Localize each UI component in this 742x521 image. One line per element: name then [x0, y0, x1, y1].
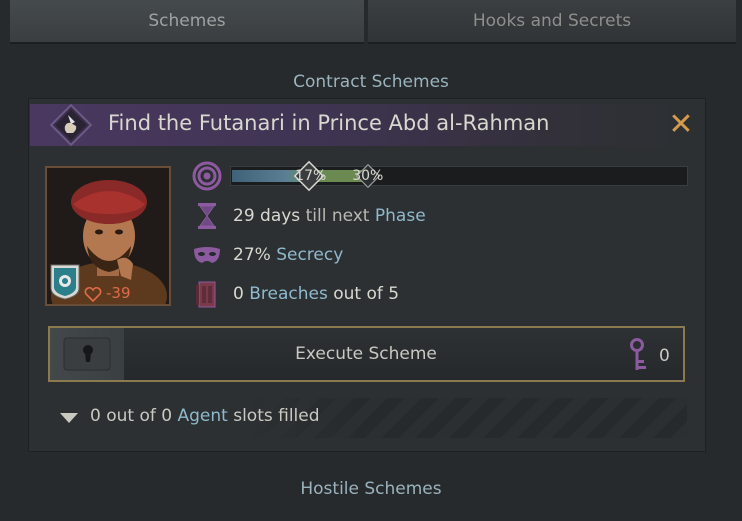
phase-link[interactable]: Phase [375, 206, 426, 226]
agent-slots-suffix: slots filled [227, 406, 320, 426]
secrecy-value: 27% [233, 245, 271, 265]
chevron-down-icon[interactable] [60, 413, 78, 423]
tab-schemes[interactable]: Schemes [10, 0, 365, 44]
phase-mid: till next [300, 206, 375, 226]
progress-current-label: 17% [295, 168, 327, 184]
agent-slots-text: 0 out of 0 Agent slots filled [90, 406, 320, 426]
contract-schemes-heading: Contract Schemes [293, 72, 449, 92]
opinion-value: -39 [106, 284, 131, 302]
phase-text: 29 days till next Phase [233, 206, 426, 226]
secrecy-text: 27% Secrecy [233, 245, 343, 265]
coat-of-arms-icon[interactable] [50, 264, 80, 300]
key-count: 0 [659, 346, 670, 366]
key-icon [630, 338, 646, 370]
opinion-heart-icon [84, 286, 102, 303]
phase-days: 29 days [233, 206, 301, 226]
secrecy-link[interactable]: Secrecy [276, 245, 343, 265]
tab-hooks-and-secrets[interactable]: Hooks and Secrets [368, 0, 736, 44]
agent-slots-count: 0 out of 0 [90, 406, 173, 426]
execute-scheme-label: Execute Scheme [295, 344, 437, 364]
breaches-value: 0 [233, 284, 244, 304]
hourglass-icon [198, 203, 216, 229]
breaches-link[interactable]: Breaches [249, 284, 328, 304]
door-icon [196, 281, 216, 308]
breaches-text: 0 Breaches out of 5 [233, 284, 399, 304]
close-icon[interactable]: ✕ [666, 110, 696, 140]
dagger-hand-icon [49, 103, 93, 147]
hostile-schemes-heading: Hostile Schemes [300, 479, 442, 499]
breaches-suffix: out of 5 [327, 284, 400, 304]
mask-icon [194, 247, 220, 263]
progress-next-label: 30% [352, 168, 384, 184]
tab-bar: Schemes Hooks and Secrets [10, 0, 736, 44]
target-icon [192, 161, 222, 191]
agent-link[interactable]: Agent [177, 406, 227, 426]
scheme-title: Find the Futanari in Prince Abd al-Rahma… [108, 111, 550, 135]
